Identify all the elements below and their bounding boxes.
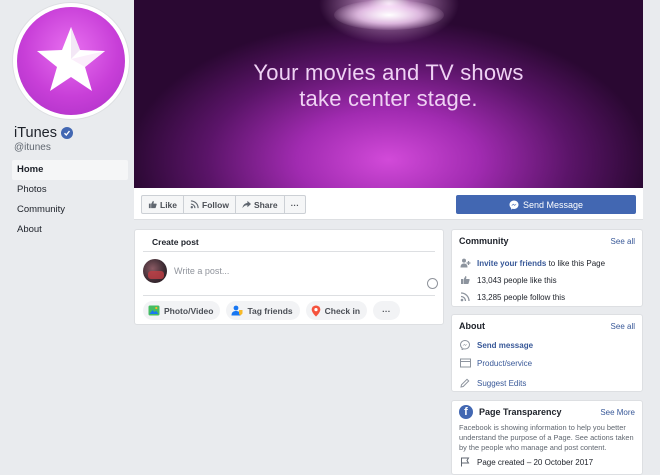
send-message-label: Send Message <box>522 199 584 210</box>
follows-count: 13,285 people follow this <box>477 292 566 302</box>
profile-picture[interactable] <box>13 3 129 119</box>
cover-line-1: Your movies and TV shows <box>253 60 524 85</box>
more-actions-button[interactable]: ··· <box>283 195 307 214</box>
page-created-text: Page created – 20 October 2017 <box>477 457 594 467</box>
location-pin-icon <box>311 305 320 316</box>
follow-label: Follow <box>202 199 229 210</box>
invite-friends-icon <box>459 257 471 269</box>
category-icon <box>459 357 471 369</box>
messenger-icon <box>509 200 519 210</box>
nav-item-photos[interactable]: Photos <box>12 180 128 200</box>
page-name-text: iTunes <box>14 125 57 141</box>
page-title[interactable]: iTunes <box>14 125 73 141</box>
action-button-group: Like Follow Share ··· <box>141 195 307 214</box>
composer-actions: Photo/Video Tag friends Check in ··· <box>143 301 400 320</box>
share-arrow-icon <box>242 200 251 209</box>
about-card: About See all Send message Product/servi… <box>451 314 643 392</box>
cover-photo[interactable]: Your movies and TV shows take center sta… <box>134 0 643 188</box>
page-nav: Home Photos Community About <box>12 160 128 240</box>
likes-row: 13,043 people like this <box>459 274 557 286</box>
more-actions-label: ··· <box>290 199 300 210</box>
transparency-see-more-link[interactable]: See More <box>600 408 635 417</box>
emoji-icon[interactable] <box>427 278 438 289</box>
page-handle[interactable]: @itunes <box>14 142 51 153</box>
follow-button[interactable]: Follow <box>183 195 236 214</box>
thumbs-up-icon <box>148 200 157 209</box>
community-title: Community <box>459 236 509 246</box>
divider <box>143 295 435 296</box>
more-composer-options-button[interactable]: ··· <box>373 301 400 320</box>
photo-video-label: Photo/Video <box>164 305 214 316</box>
cover-headline: Your movies and TV shows take center sta… <box>134 60 643 112</box>
rss-follow-icon <box>190 200 199 209</box>
suggest-edits-link[interactable]: Suggest Edits <box>477 379 526 388</box>
page-action-bar: Like Follow Share ··· Send Message <box>134 188 643 220</box>
category-link[interactable]: Product/service <box>477 359 532 368</box>
page-created-row: Page created – 20 October 2017 <box>459 456 593 468</box>
community-card: Community See all Invite your friends to… <box>451 229 643 307</box>
check-in-label: Check in <box>324 305 361 316</box>
tag-friends-icon <box>231 305 243 316</box>
category-row: Product/service <box>459 357 532 369</box>
star-icon <box>37 27 105 91</box>
follows-row: 13,285 people follow this <box>459 291 565 303</box>
share-label: Share <box>253 199 278 210</box>
facebook-logo-icon: f <box>459 405 473 419</box>
divider <box>143 251 435 252</box>
more-composer-label: ··· <box>382 305 391 316</box>
pencil-icon <box>459 377 471 389</box>
like-label: Like <box>160 199 178 210</box>
itunes-logo <box>17 7 125 115</box>
about-send-message-link[interactable]: Send message <box>477 341 533 350</box>
community-see-all-link[interactable]: See all <box>611 237 635 246</box>
photo-icon <box>148 305 160 316</box>
create-post-title: Create post <box>152 237 199 247</box>
cover-line-2: take center stage. <box>299 86 478 111</box>
share-button[interactable]: Share <box>234 195 285 214</box>
rss-follow-icon <box>459 291 471 303</box>
about-see-all-link[interactable]: See all <box>611 322 635 331</box>
invite-friends-row: Invite your friends to like this Page <box>459 257 605 269</box>
invite-friends-suffix: to like this Page <box>546 258 606 268</box>
nav-item-community[interactable]: Community <box>12 200 128 220</box>
nav-item-home[interactable]: Home <box>12 160 128 180</box>
about-title: About <box>459 321 485 331</box>
nav-item-about[interactable]: About <box>12 220 128 240</box>
transparency-title: Page Transparency <box>479 407 562 417</box>
verified-badge-icon <box>60 127 73 139</box>
page-transparency-card: f Page Transparency See More Facebook is… <box>451 400 643 475</box>
transparency-description: Facebook is showing information to help … <box>459 423 634 452</box>
flag-icon <box>459 456 471 468</box>
likes-count: 13,043 people like this <box>477 275 557 285</box>
thumbs-up-icon <box>459 274 471 286</box>
invite-friends-link[interactable]: Invite your friends <box>477 259 546 268</box>
tag-friends-button[interactable]: Tag friends <box>226 301 300 320</box>
spotlight <box>334 0 444 30</box>
tag-friends-label: Tag friends <box>247 305 293 316</box>
create-post-card: Create post Write a post... Photo/Video … <box>134 229 444 325</box>
post-composer-input[interactable]: Write a post... <box>174 266 229 276</box>
suggest-edits-row: Suggest Edits <box>459 377 526 389</box>
about-send-message-row: Send message <box>459 339 533 351</box>
send-message-button[interactable]: Send Message <box>456 195 636 214</box>
photo-video-button[interactable]: Photo/Video <box>143 301 221 320</box>
like-button[interactable]: Like <box>141 195 185 214</box>
messenger-icon <box>459 339 471 351</box>
user-avatar <box>143 259 167 283</box>
check-in-button[interactable]: Check in <box>305 301 368 320</box>
